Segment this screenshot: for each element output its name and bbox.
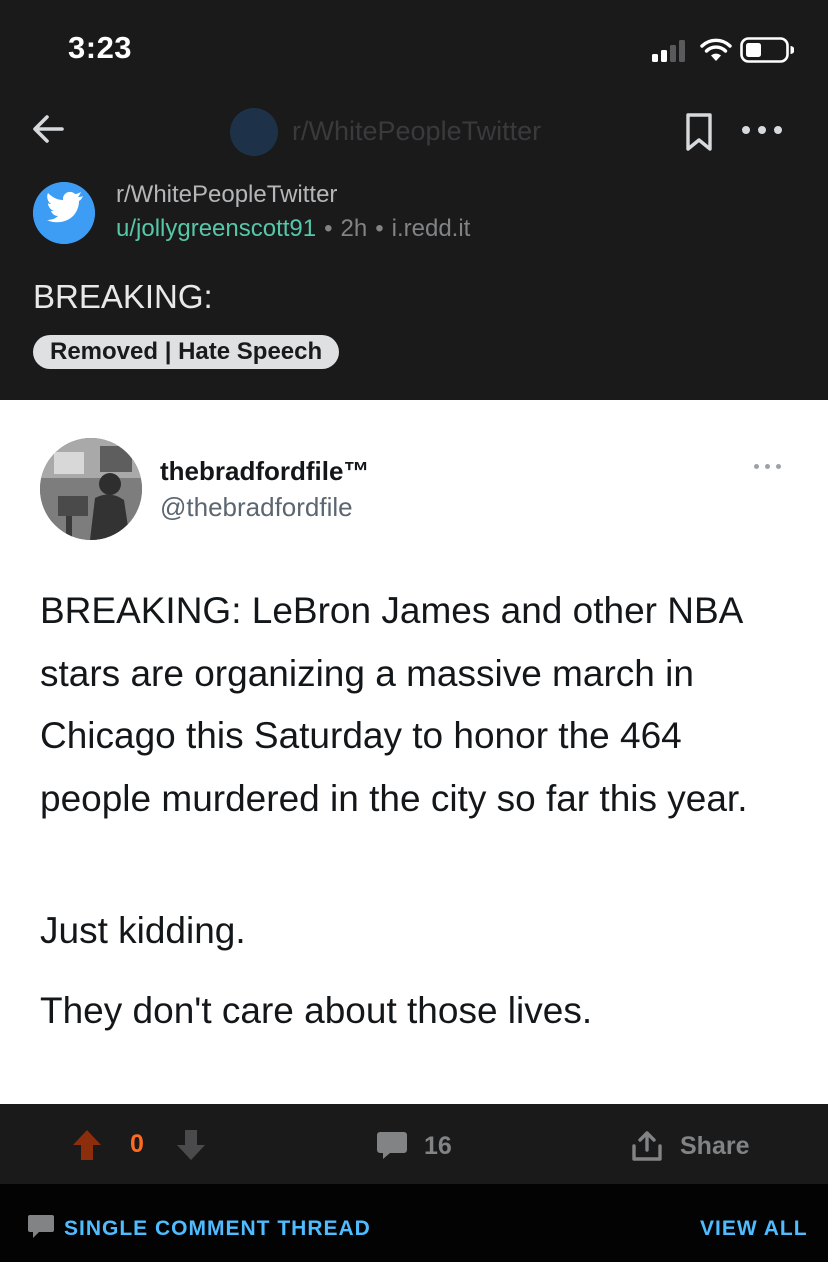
arrow-left-icon[interactable]	[26, 106, 72, 152]
tweet-display-name: thebradfordfile™	[160, 456, 370, 486]
tweet-avatar	[40, 438, 142, 540]
wifi-icon	[700, 38, 732, 61]
comment-bubble-icon	[377, 1132, 407, 1159]
tweet-line-2: Just kidding.	[40, 910, 246, 951]
post-age: 2h	[340, 215, 368, 242]
bookmark-icon[interactable]	[682, 112, 716, 152]
header-subreddit-icon	[230, 108, 278, 156]
tweet-more-icon	[752, 460, 786, 474]
meta-separator: •	[375, 215, 384, 242]
post-author[interactable]: u/jollygreenscott91	[116, 215, 316, 242]
share-label: Share	[680, 1132, 750, 1160]
cellular-signal-icon	[652, 40, 690, 62]
chat-bubble-icon	[28, 1215, 54, 1238]
comment-count: 16	[424, 1132, 452, 1160]
view-all-button[interactable]: VIEW ALL	[700, 1217, 808, 1241]
status-time: 3:23	[68, 30, 133, 65]
more-horizontal-icon[interactable]	[738, 114, 786, 146]
post-header: r/WhitePeopleTwitter	[0, 96, 828, 168]
tweet-line-3: They don't care about those lives.	[40, 990, 593, 1031]
single-comment-thread-label: SINGLE COMMENT THREAD	[64, 1217, 371, 1240]
subreddit-name[interactable]: r/WhitePeopleTwitter	[116, 181, 337, 209]
tweet-handle: @thebradfordfile	[160, 492, 353, 522]
post-image[interactable]: thebradfordfile™ @thebradfordfile BREAKI…	[0, 400, 828, 1104]
post-action-bar: 0 16 Share	[0, 1104, 828, 1184]
comments-button[interactable]: 16	[376, 1126, 476, 1166]
vote-count: 0	[130, 1130, 144, 1158]
share-button[interactable]: Share	[630, 1126, 770, 1166]
battery-icon	[740, 37, 794, 63]
meta-separator: •	[324, 215, 333, 242]
downvote-arrow-icon[interactable]	[176, 1128, 206, 1162]
share-icon	[632, 1131, 662, 1161]
post-title[interactable]: BREAKING:	[33, 278, 213, 316]
subreddit-avatar-icon[interactable]	[33, 182, 95, 244]
post-meta: u/jollygreenscott91 • 2h • i.redd.it	[116, 215, 470, 243]
header-title: r/WhitePeopleTwitter	[292, 116, 542, 146]
removed-flair-badge: Removed | Hate Speech	[33, 335, 340, 369]
status-bar: 3:23	[0, 0, 828, 96]
upvote-arrow-icon[interactable]	[72, 1128, 102, 1162]
comment-thread-bar: SINGLE COMMENT THREAD VIEW ALL	[0, 1184, 828, 1262]
tweet-body: BREAKING: LeBron James and other NBA sta…	[40, 590, 748, 819]
post-domain[interactable]: i.redd.it	[392, 215, 471, 242]
